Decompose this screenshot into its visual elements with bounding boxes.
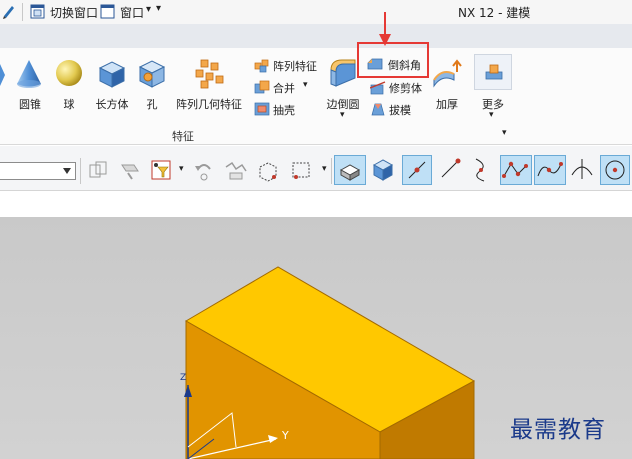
type-filter-dropdown[interactable]	[0, 162, 76, 180]
quick-access-more-arrow[interactable]: ▾	[156, 3, 161, 14]
show-faces-icon[interactable]	[334, 155, 366, 185]
cone-icon[interactable]	[14, 58, 44, 90]
draft-icon[interactable]	[370, 101, 386, 117]
rectangle-select-icon[interactable]	[288, 157, 316, 185]
select-feature-icon[interactable]	[116, 157, 144, 185]
snap-spline-icon[interactable]	[534, 155, 566, 185]
pattern-geometry-icon[interactable]	[193, 58, 225, 90]
partial-tool-icon[interactable]	[0, 60, 6, 90]
trim-body-icon[interactable]	[369, 79, 386, 95]
chamfer-icon[interactable]	[367, 56, 383, 72]
window-menu[interactable]: 窗口	[120, 4, 144, 21]
pattern-feature-label[interactable]: 阵列特征	[273, 58, 317, 74]
separator	[331, 158, 332, 184]
draft-label[interactable]: 拔模	[389, 102, 411, 118]
graphics-viewport[interactable]: Z Y 最需教育	[0, 217, 632, 459]
app-title: NX 12 - 建模	[458, 6, 531, 20]
group-expand-arrow[interactable]: ▾	[502, 128, 507, 138]
sphere-icon[interactable]	[54, 58, 84, 88]
toolbar-spacer	[0, 191, 632, 217]
snap-midpoint-icon[interactable]	[500, 155, 532, 185]
filter-selection-icon[interactable]	[148, 157, 176, 185]
pencil-icon[interactable]	[2, 3, 16, 19]
window-dropdown-arrow[interactable]: ▾	[146, 4, 151, 15]
switch-window-icon[interactable]	[30, 4, 45, 19]
snap-point-on-curve-icon[interactable]	[402, 155, 432, 185]
z-axis-label: Z	[180, 373, 187, 383]
hole-label[interactable]: 孔	[122, 96, 182, 112]
trim-body-label[interactable]: 修剪体	[389, 80, 422, 96]
shaded-body-icon[interactable]	[368, 155, 398, 185]
snap-curve-icon[interactable]	[468, 155, 498, 185]
window-icon[interactable]	[100, 4, 115, 19]
edge-blend-icon[interactable]	[328, 56, 358, 90]
hole-icon[interactable]	[137, 58, 167, 90]
more-dropdown-arrow[interactable]: ▾	[489, 110, 494, 120]
thicken-icon[interactable]	[432, 58, 462, 90]
separator	[22, 3, 23, 21]
selection-toolbar: ▾ ▾	[0, 146, 632, 191]
ribbon-feature-group: 圆锥 球 长方体 孔 阵列几何特征 阵列特征 合并 ▾ 抽壳 边倒圆 ▾ 倒斜角	[0, 42, 632, 145]
edge-blend-dropdown-arrow[interactable]: ▾	[340, 110, 345, 120]
unite-icon[interactable]	[254, 79, 270, 95]
select-component-icon[interactable]	[84, 157, 112, 185]
snap-end-point-icon[interactable]	[436, 155, 466, 185]
y-axis-label: Y	[282, 429, 289, 442]
filter-dropdown-arrow[interactable]: ▾	[179, 164, 184, 174]
more-button[interactable]	[474, 54, 512, 90]
watermark: 最需教育	[510, 417, 606, 443]
select-by-name-icon[interactable]	[222, 157, 250, 185]
snap-circle-center-icon[interactable]	[600, 155, 630, 185]
title-bar: 切换窗口 窗口 ▾ ▾ NX 12 - 建模	[0, 0, 632, 24]
unite-label[interactable]: 合并	[273, 80, 295, 96]
switch-window-label[interactable]: 切换窗口	[50, 4, 98, 21]
feature-group-label: 特征	[172, 130, 194, 143]
pattern-geometry-label[interactable]: 阵列几何特征	[176, 96, 242, 112]
pattern-feature-icon[interactable]	[254, 57, 270, 73]
snap-arc-center-icon[interactable]	[568, 155, 598, 185]
undo-selection-icon[interactable]	[190, 157, 218, 185]
select-cube-icon[interactable]	[254, 157, 282, 185]
ribbon-tab-strip	[0, 24, 632, 49]
red-annotation-arrow	[378, 12, 392, 48]
chamfer-label[interactable]: 倒斜角	[388, 57, 421, 73]
shell-label[interactable]: 抽壳	[273, 102, 295, 118]
block-icon[interactable]	[96, 58, 128, 90]
separator	[80, 158, 81, 184]
shell-icon[interactable]	[254, 101, 270, 117]
unite-dropdown-arrow[interactable]: ▾	[303, 80, 308, 90]
select-mode-dropdown-arrow[interactable]: ▾	[322, 164, 327, 174]
